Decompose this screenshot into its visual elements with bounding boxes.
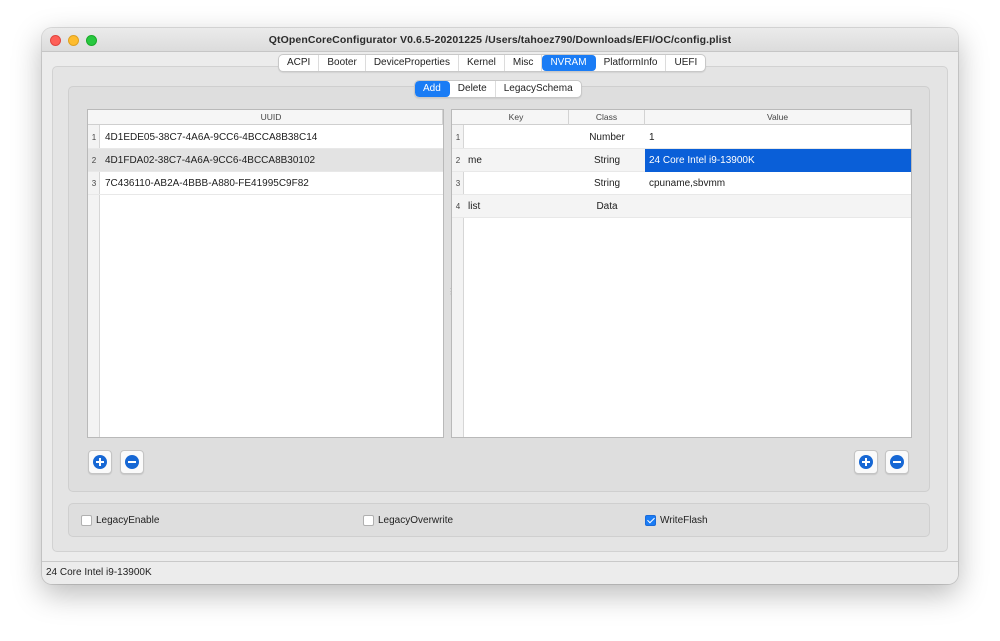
table-row[interactable]: 1 Number 1 [452, 126, 911, 149]
key-value-table-header: Key Class Value [452, 110, 911, 125]
table-row[interactable]: 4 list Data [452, 195, 911, 218]
column-header-class[interactable]: Class [569, 110, 645, 125]
tab-acpi[interactable]: ACPI [279, 55, 320, 71]
key-cell[interactable] [464, 126, 569, 149]
row-number: 4 [455, 202, 461, 211]
column-header-key[interactable]: Key [464, 110, 569, 125]
minus-circle-icon [890, 455, 904, 469]
tab-legacy-schema[interactable]: LegacySchema [496, 81, 581, 97]
tab-add[interactable]: Add [415, 81, 450, 97]
remove-key-button[interactable] [885, 450, 909, 474]
class-cell[interactable]: String [569, 149, 645, 172]
tab-device-properties[interactable]: DeviceProperties [366, 55, 459, 71]
top-tab-bar: ACPI Booter DeviceProperties Kernel Misc… [278, 54, 707, 72]
checkbox-box[interactable] [81, 515, 92, 526]
checkbox-label: LegacyOverwrite [378, 515, 454, 526]
row-number: 2 [91, 156, 97, 165]
table-row[interactable]: 1 4D1EDE05-38C7-4A6A-9CC6-4BCCA8B38C14 [88, 126, 443, 149]
plus-circle-icon [859, 455, 873, 469]
add-uuid-button[interactable] [88, 450, 112, 474]
status-bar: 24 Core Intel i9-13900K [42, 561, 958, 584]
remove-uuid-button[interactable] [120, 450, 144, 474]
key-cell[interactable] [464, 172, 569, 195]
uuid-cell[interactable]: 7C436110-AB2A-4BBB-A880-FE41995C9F82 [101, 172, 443, 195]
row-number: 3 [91, 179, 97, 188]
nvram-add-panel: UUID 1 4D1EDE05-38C7-4A6A-9CC6-4BCCA8B38… [68, 86, 930, 492]
legacy-enable-checkbox[interactable]: LegacyEnable [81, 515, 159, 526]
status-text: 24 Core Intel i9-13900K [46, 567, 152, 578]
row-number: 1 [91, 133, 97, 142]
value-cell[interactable]: 1 [645, 126, 911, 149]
uuid-table-header: UUID [88, 110, 443, 125]
column-header-value[interactable]: Value [645, 110, 911, 125]
window-title: QtOpenCoreConfigurator V0.6.5-20201225 /… [268, 34, 732, 46]
row-number: 1 [455, 133, 461, 142]
checkbox-label: LegacyEnable [96, 515, 160, 526]
value-cell[interactable]: cpuname,sbvmm [645, 172, 911, 195]
tab-platforminfo[interactable]: PlatformInfo [596, 55, 667, 71]
tab-booter[interactable]: Booter [319, 55, 366, 71]
app-window: QtOpenCoreConfigurator V0.6.5-20201225 /… [42, 28, 958, 584]
key-cell[interactable]: list [464, 195, 569, 218]
row-number: 2 [455, 156, 461, 165]
column-header-uuid[interactable]: UUID [100, 110, 443, 125]
table-row[interactable]: 3 7C436110-AB2A-4BBB-A880-FE41995C9F82 [88, 172, 443, 195]
checkbox-box-checked[interactable] [645, 515, 656, 526]
uuid-cell[interactable]: 4D1FDA02-38C7-4A6A-9CC6-4BCCA8B30102 [101, 149, 443, 172]
add-key-button[interactable] [854, 450, 878, 474]
tab-nvram[interactable]: NVRAM [542, 55, 596, 71]
legacy-overwrite-checkbox[interactable]: LegacyOverwrite [363, 515, 453, 526]
value-cell[interactable] [645, 195, 911, 218]
uuid-cell[interactable]: 4D1EDE05-38C7-4A6A-9CC6-4BCCA8B38C14 [101, 126, 443, 149]
sub-tab-bar: Add Delete LegacySchema [414, 80, 582, 98]
checkbox-box[interactable] [363, 515, 374, 526]
key-value-table[interactable]: Key Class Value 1 Number 1 2 me String 2… [451, 109, 912, 438]
table-row[interactable]: 3 String cpuname,sbvmm [452, 172, 911, 195]
tab-misc[interactable]: Misc [505, 55, 543, 71]
row-number: 3 [455, 179, 461, 188]
class-cell[interactable]: Data [569, 195, 645, 218]
write-flash-checkbox[interactable]: WriteFlash [645, 515, 708, 526]
checkbox-label: WriteFlash [660, 515, 708, 526]
title-bar[interactable]: QtOpenCoreConfigurator V0.6.5-20201225 /… [42, 28, 958, 52]
table-row[interactable]: 2 4D1FDA02-38C7-4A6A-9CC6-4BCCA8B30102 [88, 149, 443, 172]
value-cell-selected[interactable]: 24 Core Intel i9-13900K [645, 149, 911, 172]
minus-circle-icon [125, 455, 139, 469]
class-cell[interactable]: String [569, 172, 645, 195]
options-panel: LegacyEnable LegacyOverwrite WriteFlash [68, 503, 930, 537]
tab-kernel[interactable]: Kernel [459, 55, 505, 71]
tab-delete[interactable]: Delete [450, 81, 496, 97]
key-cell[interactable]: me [464, 149, 569, 172]
table-row[interactable]: 2 me String 24 Core Intel i9-13900K [452, 149, 911, 172]
plus-circle-icon [93, 455, 107, 469]
tab-uefi[interactable]: UEFI [666, 55, 705, 71]
uuid-table[interactable]: UUID 1 4D1EDE05-38C7-4A6A-9CC6-4BCCA8B38… [87, 109, 444, 438]
class-cell[interactable]: Number [569, 126, 645, 149]
